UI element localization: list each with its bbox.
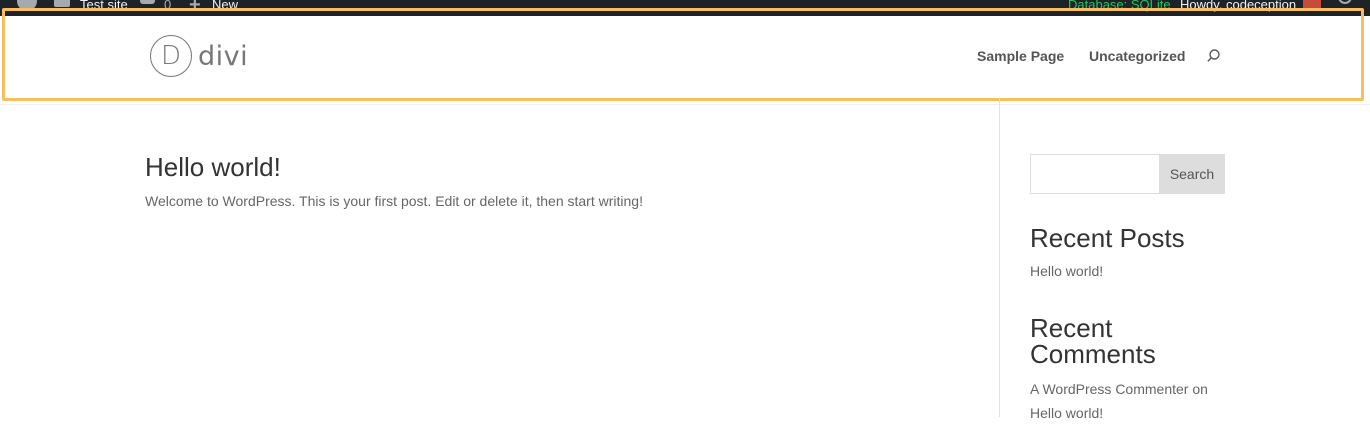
admin-bar-site-name[interactable]: Test site bbox=[80, 0, 128, 16]
nav-uncategorized[interactable]: Uncategorized bbox=[1089, 48, 1185, 64]
recent-post-link[interactable]: Hello world! bbox=[1030, 263, 1103, 279]
sidebar-divider bbox=[999, 97, 1000, 417]
plus-icon[interactable]: + bbox=[189, 0, 201, 16]
dashboard-home-icon[interactable] bbox=[54, 0, 70, 7]
admin-bar-new[interactable]: New bbox=[212, 0, 238, 16]
site-logo[interactable]: D divi bbox=[150, 34, 248, 78]
comments-bubble-icon[interactable] bbox=[140, 0, 155, 4]
wordpress-logo-icon[interactable] bbox=[17, 0, 37, 11]
recent-comment-author[interactable]: A WordPress Commenter bbox=[1030, 381, 1188, 397]
recent-posts-title: Recent Posts bbox=[1030, 223, 1185, 253]
recent-comments-title: Recent Comments bbox=[1030, 313, 1156, 369]
user-avatar[interactable] bbox=[1303, 0, 1321, 8]
recent-post-item: Hello world! bbox=[1030, 259, 1225, 283]
recent-comment-on: on bbox=[1192, 381, 1208, 397]
admin-bar: Test site 0 + New Database: SQLite Howdy… bbox=[0, 0, 1370, 16]
admin-bar-database-status: Database: SQLite bbox=[1068, 0, 1171, 12]
search-icon[interactable] bbox=[1207, 49, 1220, 62]
recent-comment-post-link[interactable]: Hello world! bbox=[1030, 405, 1103, 421]
admin-bar-search-icon[interactable] bbox=[1338, 0, 1352, 4]
site-header: D divi Sample Page Uncategorized bbox=[0, 16, 1370, 104]
post-title[interactable]: Hello world! bbox=[145, 152, 281, 183]
sidebar-search-input[interactable] bbox=[1030, 154, 1160, 194]
post-excerpt: Welcome to WordPress. This is your first… bbox=[145, 193, 643, 209]
nav-sample-page[interactable]: Sample Page bbox=[977, 48, 1064, 64]
admin-bar-howdy[interactable]: Howdy, codeception bbox=[1180, 0, 1296, 16]
divi-logo-text: divi bbox=[198, 40, 249, 72]
divi-logo-mark: D bbox=[150, 35, 192, 77]
sidebar-search-button[interactable]: Search bbox=[1159, 154, 1225, 194]
recent-comment-item: A WordPress Commenter on Hello world! bbox=[1030, 377, 1225, 425]
admin-bar-comments-count[interactable]: 0 bbox=[164, 0, 171, 16]
